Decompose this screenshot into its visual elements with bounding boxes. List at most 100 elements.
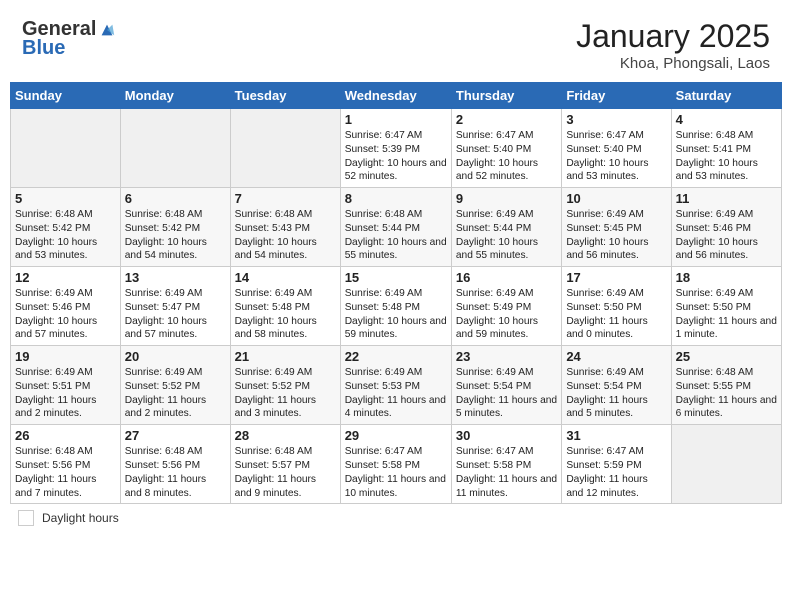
weekday-header-monday: Monday [120,83,230,109]
weekday-header-row: SundayMondayTuesdayWednesdayThursdayFrid… [11,83,782,109]
day-number: 8 [345,191,447,206]
day-info: Sunrise: 6:47 AMSunset: 5:58 PMDaylight:… [345,445,447,500]
day-info: Sunrise: 6:49 AMSunset: 5:54 PMDaylight:… [566,366,666,421]
day-info: Sunrise: 6:49 AMSunset: 5:46 PMDaylight:… [15,287,116,342]
calendar-day-cell: 8 Sunrise: 6:48 AMSunset: 5:44 PMDaylight… [340,188,451,267]
day-info: Sunrise: 6:49 AMSunset: 5:44 PMDaylight:… [456,208,557,263]
day-number: 28 [235,428,336,443]
day-info: Sunrise: 6:49 AMSunset: 5:49 PMDaylight:… [456,287,557,342]
calendar-day-cell [11,109,121,188]
calendar-week-row: 5 Sunrise: 6:48 AMSunset: 5:42 PMDaylight… [11,188,782,267]
calendar-day-cell: 22 Sunrise: 6:49 AMSunset: 5:53 PMDayligh… [340,346,451,425]
day-number: 25 [676,349,777,364]
calendar-day-cell: 2Sunrise: 6:47 AMSunset: 5:40 PMDaylight… [451,109,561,188]
calendar-day-cell [120,109,230,188]
weekday-header-tuesday: Tuesday [230,83,340,109]
weekday-header-wednesday: Wednesday [340,83,451,109]
calendar-day-cell: 24 Sunrise: 6:49 AMSunset: 5:54 PMDayligh… [562,346,671,425]
day-info: Sunrise: 6:49 AMSunset: 5:46 PMDaylight:… [676,208,777,263]
header: General Blue January 2025 Khoa, Phongsal… [10,10,782,78]
calendar-day-cell: 15 Sunrise: 6:49 AMSunset: 5:48 PMDayligh… [340,267,451,346]
day-info: Sunrise: 6:48 AMSunset: 5:44 PMDaylight:… [345,208,447,263]
calendar-day-cell: 18 Sunrise: 6:49 AMSunset: 5:50 PMDayligh… [671,267,781,346]
weekday-header-thursday: Thursday [451,83,561,109]
calendar-day-cell: 25Sunrise: 6:48 AMSunset: 5:55 PMDayligh… [671,346,781,425]
day-info: Sunrise: 6:48 AMSunset: 5:57 PMDaylight:… [235,445,336,500]
day-number: 4 [676,112,777,127]
calendar-day-cell: 29Sunrise: 6:47 AMSunset: 5:58 PMDayligh… [340,425,451,504]
calendar-day-cell: 16 Sunrise: 6:49 AMSunset: 5:49 PMDayligh… [451,267,561,346]
calendar-day-cell: 14Sunrise: 6:49 AMSunset: 5:48 PMDayligh… [230,267,340,346]
day-number: 11 [676,191,777,206]
day-number: 10 [566,191,666,206]
calendar-week-row: 1Sunrise: 6:47 AMSunset: 5:39 PMDaylight… [11,109,782,188]
day-info: Sunrise: 6:49 AMSunset: 5:52 PMDaylight:… [125,366,226,421]
day-number: 19 [15,349,116,364]
calendar-day-cell: 17Sunrise: 6:49 AMSunset: 5:50 PMDayligh… [562,267,671,346]
day-info: Sunrise: 6:49 AMSunset: 5:50 PMDaylight:… [566,287,666,342]
day-number: 24 [566,349,666,364]
calendar-day-cell: 20 Sunrise: 6:49 AMSunset: 5:52 PMDayligh… [120,346,230,425]
day-number: 31 [566,428,666,443]
logo-icon [98,21,116,39]
day-info: Sunrise: 6:49 AMSunset: 5:54 PMDaylight:… [456,366,557,421]
day-number: 15 [345,270,447,285]
day-info: Sunrise: 6:49 AMSunset: 5:48 PMDaylight:… [235,287,336,342]
day-number: 9 [456,191,557,206]
calendar-week-row: 26 Sunrise: 6:48 AMSunset: 5:56 PMDayligh… [11,425,782,504]
calendar-day-cell: 6Sunrise: 6:48 AMSunset: 5:42 PMDaylight… [120,188,230,267]
calendar-day-cell: 12Sunrise: 6:49 AMSunset: 5:46 PMDayligh… [11,267,121,346]
day-number: 26 [15,428,116,443]
weekday-header-sunday: Sunday [11,83,121,109]
logo: General Blue [22,18,116,60]
calendar-day-cell: 23Sunrise: 6:49 AMSunset: 5:54 PMDayligh… [451,346,561,425]
calendar-day-cell: 1Sunrise: 6:47 AMSunset: 5:39 PMDaylight… [340,109,451,188]
calendar-day-cell: 9 Sunrise: 6:49 AMSunset: 5:44 PMDaylight… [451,188,561,267]
title-block: January 2025 Khoa, Phongsali, Laos [576,18,770,72]
calendar-day-cell: 4 Sunrise: 6:48 AMSunset: 5:41 PMDaylight… [671,109,781,188]
day-info: Sunrise: 6:48 AMSunset: 5:41 PMDaylight:… [676,129,777,184]
day-number: 30 [456,428,557,443]
day-number: 20 [125,349,226,364]
day-info: Sunrise: 6:47 AMSunset: 5:40 PMDaylight:… [456,129,557,184]
day-number: 16 [456,270,557,285]
calendar: SundayMondayTuesdayWednesdayThursdayFrid… [10,82,782,504]
calendar-day-cell: 30 Sunrise: 6:47 AMSunset: 5:58 PMDayligh… [451,425,561,504]
day-number: 22 [345,349,447,364]
daylight-box [18,510,34,526]
day-info: Sunrise: 6:49 AMSunset: 5:53 PMDaylight:… [345,366,447,421]
day-info: Sunrise: 6:48 AMSunset: 5:43 PMDaylight:… [235,208,336,263]
daylight-label: Daylight hours [42,511,119,525]
logo-blue-text: Blue [22,37,65,60]
calendar-day-cell: 10Sunrise: 6:49 AMSunset: 5:45 PMDayligh… [562,188,671,267]
day-number: 18 [676,270,777,285]
day-info: Sunrise: 6:49 AMSunset: 5:50 PMDaylight:… [676,287,777,342]
calendar-week-row: 19 Sunrise: 6:49 AMSunset: 5:51 PMDayligh… [11,346,782,425]
day-info: Sunrise: 6:49 AMSunset: 5:52 PMDaylight:… [235,366,336,421]
calendar-day-cell [230,109,340,188]
day-number: 7 [235,191,336,206]
day-number: 13 [125,270,226,285]
day-number: 5 [15,191,116,206]
calendar-day-cell: 27 Sunrise: 6:48 AMSunset: 5:56 PMDayligh… [120,425,230,504]
day-number: 21 [235,349,336,364]
day-info: Sunrise: 6:49 AMSunset: 5:47 PMDaylight:… [125,287,226,342]
footer: Daylight hours [10,510,782,526]
calendar-day-cell: 3Sunrise: 6:47 AMSunset: 5:40 PMDaylight… [562,109,671,188]
day-info: Sunrise: 6:48 AMSunset: 5:56 PMDaylight:… [125,445,226,500]
day-info: Sunrise: 6:48 AMSunset: 5:42 PMDaylight:… [15,208,116,263]
month-title: January 2025 [576,18,770,55]
weekday-header-friday: Friday [562,83,671,109]
calendar-day-cell: 7 Sunrise: 6:48 AMSunset: 5:43 PMDaylight… [230,188,340,267]
day-info: Sunrise: 6:47 AMSunset: 5:58 PMDaylight:… [456,445,557,500]
day-number: 27 [125,428,226,443]
day-info: Sunrise: 6:48 AMSunset: 5:42 PMDaylight:… [125,208,226,263]
day-number: 3 [566,112,666,127]
day-info: Sunrise: 6:47 AMSunset: 5:59 PMDaylight:… [566,445,666,500]
calendar-day-cell: 21 Sunrise: 6:49 AMSunset: 5:52 PMDayligh… [230,346,340,425]
day-info: Sunrise: 6:49 AMSunset: 5:51 PMDaylight:… [15,366,116,421]
day-info: Sunrise: 6:49 AMSunset: 5:48 PMDaylight:… [345,287,447,342]
calendar-day-cell: 26Sunrise: 6:48 AMSunset: 5:56 PMDayligh… [11,425,121,504]
calendar-day-cell: 5 Sunrise: 6:48 AMSunset: 5:42 PMDaylight… [11,188,121,267]
calendar-day-cell [671,425,781,504]
